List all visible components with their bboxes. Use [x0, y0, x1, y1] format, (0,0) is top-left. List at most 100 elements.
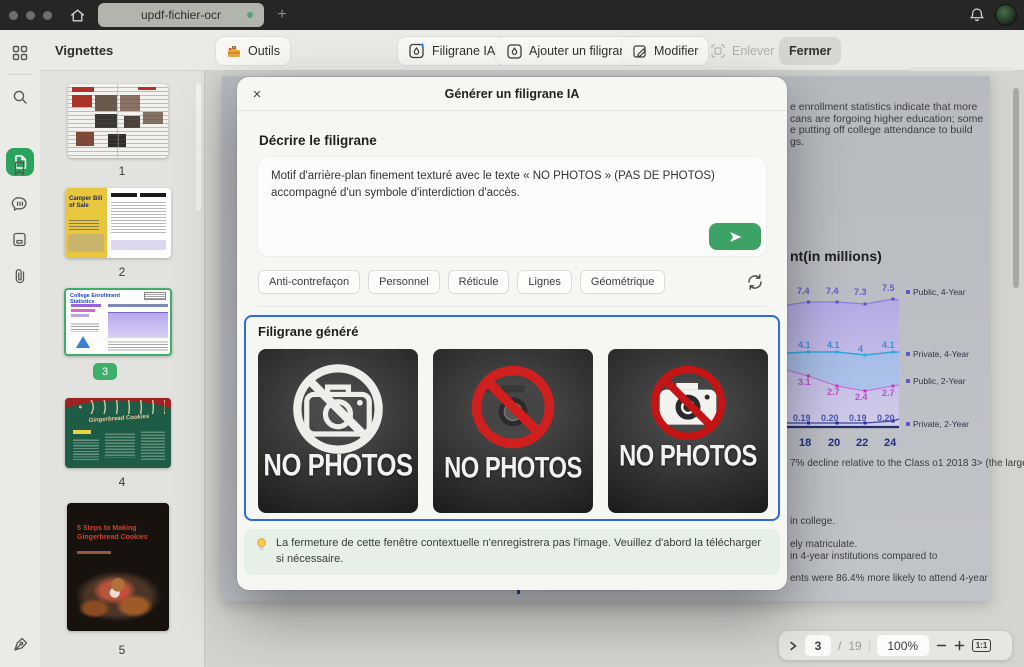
- modal-title: Générer un filigrane IA: [444, 86, 580, 101]
- markup-pen-icon[interactable]: [11, 634, 29, 652]
- value-label: 4.1: [827, 340, 840, 350]
- comments-icon[interactable]: [11, 195, 29, 213]
- edit-pencil-icon: [632, 43, 648, 59]
- section-divider: [258, 306, 766, 307]
- thumbnail-page-5[interactable]: 5 Steps to Making Gingerbread Cookies: [67, 503, 169, 631]
- tag-geometrique[interactable]: Géométrique: [579, 270, 666, 294]
- refresh-tags-button[interactable]: [746, 273, 764, 291]
- toolbar: Vignettes Outils Filigrane IA Ajouter un…: [0, 30, 1024, 96]
- attachments-icon[interactable]: [11, 267, 29, 285]
- modifier-label: Modifier: [654, 44, 699, 58]
- window-zoom-button[interactable]: [43, 11, 52, 20]
- value-label: 4.1: [798, 340, 811, 350]
- fermer-label: Fermer: [789, 44, 832, 58]
- thumbnail-page-3-selected[interactable]: College Enrollment Statistics: [64, 288, 172, 356]
- document-tab[interactable]: updf-fichier-ocr: [98, 3, 264, 27]
- watermark-prompt-input[interactable]: Motif d'arrière-plan finement texturé av…: [258, 157, 766, 256]
- series-label: Private, 2-Year: [906, 419, 969, 429]
- thumbnail-2-number: 2: [118, 265, 126, 279]
- series-label: Private, 4-Year: [906, 349, 969, 359]
- mini-area-chart: [108, 312, 168, 338]
- generated-heading: Filigrane généré: [258, 324, 359, 339]
- new-tab-button[interactable]: +: [271, 4, 293, 26]
- generate-send-button[interactable]: [709, 223, 761, 250]
- mini-legend-box: [144, 292, 166, 300]
- user-avatar[interactable]: [995, 4, 1017, 26]
- zoom-in-button[interactable]: [954, 640, 965, 651]
- zoom-out-button[interactable]: [936, 640, 947, 651]
- no-camera-red-white-icon: [650, 365, 726, 441]
- watermark-caption: NO PHOTOS: [263, 447, 413, 483]
- doc-note: ely matriculate.: [790, 539, 858, 550]
- lightbulb-icon: [255, 537, 268, 568]
- current-page-field[interactable]: 3: [805, 635, 831, 656]
- document-scrollbar[interactable]: [1013, 88, 1019, 288]
- toolbox-icon: [226, 44, 242, 59]
- mini-bar: [71, 304, 101, 307]
- bill-signature-strip: [111, 240, 166, 250]
- outils-label: Outils: [248, 44, 280, 58]
- modifier-button[interactable]: Modifier: [622, 37, 709, 65]
- tag-anti-contrefacon[interactable]: Anti-contrefaçon: [258, 270, 361, 294]
- mini-bar: [71, 314, 89, 317]
- thumbnail-page-1[interactable]: [68, 84, 168, 158]
- tag-reticule[interactable]: Réticule: [447, 270, 510, 294]
- pager-separator: [868, 638, 870, 653]
- watermark-preview-1[interactable]: NO PHOTOS: [258, 349, 418, 513]
- mini-bar: [71, 309, 95, 312]
- x-axis-label: 18: [799, 437, 812, 449]
- enlever-button[interactable]: Enlever: [700, 37, 784, 65]
- thumbnail-5-number: 5: [118, 643, 126, 657]
- apps-grid-icon[interactable]: [11, 44, 29, 62]
- thumbnail-page-2[interactable]: Camper Bill of Sale: [65, 188, 171, 258]
- watermark-ai-icon: [408, 42, 426, 60]
- filigrane-ia-label: Filigrane IA: [432, 44, 496, 58]
- page-divider: /: [838, 638, 842, 653]
- modal-close-button[interactable]: ×: [247, 84, 267, 104]
- outils-button[interactable]: Outils: [216, 37, 290, 65]
- notice-text: La fermeture de cette fenêtre contextuel…: [276, 537, 762, 565]
- bookmarks-icon[interactable]: [11, 160, 29, 178]
- watermark-preview-3[interactable]: NO PHOTOS: [608, 349, 768, 513]
- describe-heading: Décrire le filigrane: [259, 133, 377, 148]
- doc-note: 7% decline relative to the Class o1 2018…: [790, 458, 1024, 469]
- thumbnails-scrollbar[interactable]: [196, 83, 201, 211]
- series-label: Public, 2-Year: [906, 376, 966, 386]
- home-button[interactable]: [62, 5, 92, 26]
- generated-watermarks-section: Filigrane généré NO PHOTOS NO PHOTOS NO …: [244, 315, 780, 521]
- watermark-preview-2[interactable]: NO PHOTOS: [433, 349, 593, 513]
- newspaper-fold: [117, 84, 119, 158]
- value-label: 2.4: [855, 392, 868, 402]
- next-page-button[interactable]: [788, 641, 798, 651]
- window-close-button[interactable]: [9, 11, 18, 20]
- card-text: [105, 432, 135, 458]
- doc-note: ents were 86.4% more likely to attend 4-…: [790, 573, 988, 584]
- christmas-ornaments: [71, 400, 165, 414]
- value-label: 0.19: [849, 413, 867, 423]
- card-text: [73, 438, 99, 460]
- x-axis-label: 20: [828, 437, 841, 449]
- doc-note: in college.: [790, 516, 836, 527]
- x-axis-label: 24: [884, 437, 897, 449]
- ai-watermark-modal: Générer un filigrane IA × Décrire le fil…: [237, 77, 787, 590]
- window-minimize-button[interactable]: [26, 11, 35, 20]
- thumbnail-page-4[interactable]: Gingerbread Cookies: [65, 398, 171, 468]
- bill-body-text: [111, 200, 166, 234]
- zoom-level[interactable]: 100%: [876, 635, 929, 656]
- watermark-caption: NO PHOTOS: [619, 439, 757, 473]
- thumbnail-4-number: 4: [118, 475, 126, 489]
- mini-text: [108, 340, 168, 352]
- pages-icon[interactable]: [11, 231, 29, 249]
- fermer-button[interactable]: Fermer: [779, 37, 842, 65]
- notifications-button[interactable]: [969, 7, 985, 23]
- unsaved-dot-icon: [247, 12, 253, 18]
- camper-photo: [68, 234, 104, 252]
- mini-heading: [108, 304, 168, 307]
- filigrane-ia-button[interactable]: Filigrane IA: [398, 37, 506, 65]
- tag-personnel[interactable]: Personnel: [368, 270, 440, 294]
- watermark-caption: NO PHOTOS: [444, 451, 582, 485]
- fit-1-1-button[interactable]: 1:1: [971, 639, 992, 652]
- tag-lignes[interactable]: Lignes: [517, 270, 572, 294]
- bill-header-bar: [111, 193, 137, 197]
- search-icon[interactable]: [11, 88, 29, 106]
